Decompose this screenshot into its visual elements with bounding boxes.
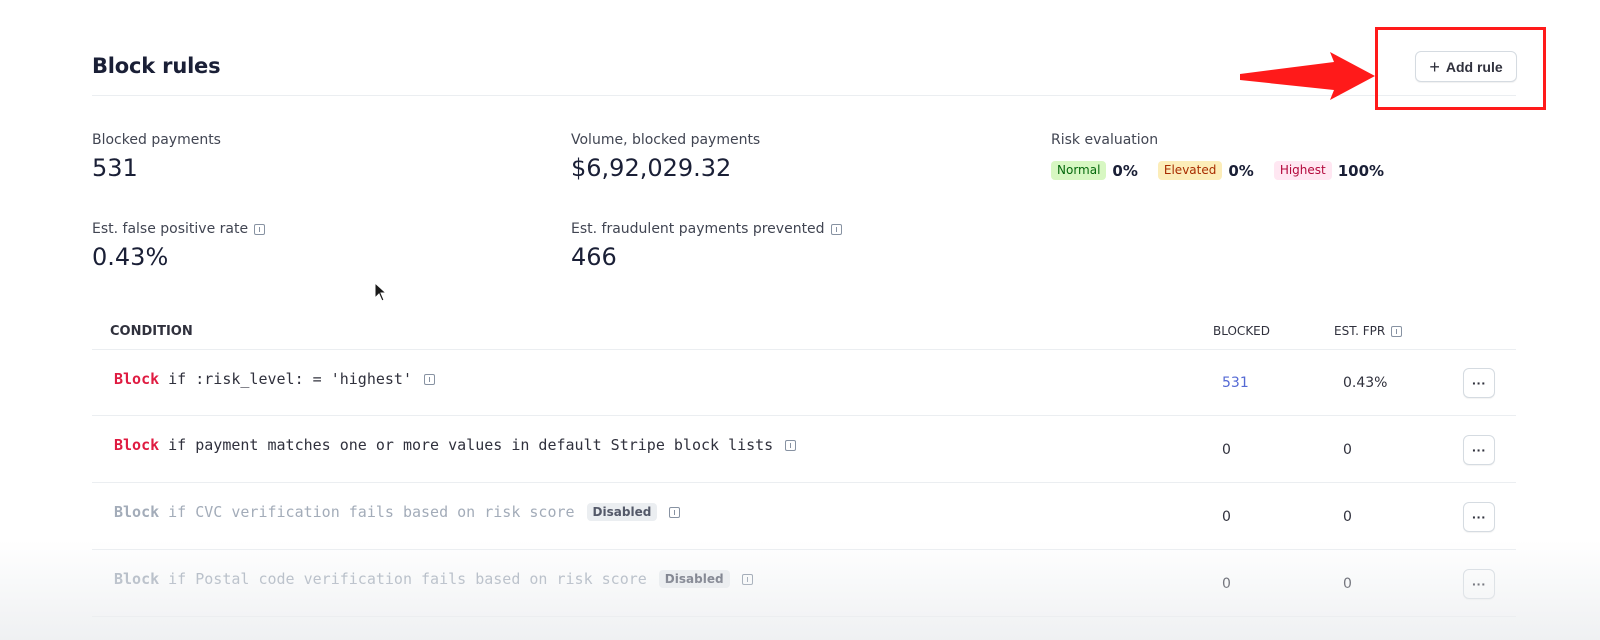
volume-blocked-label-text: Volume, blocked payments [571, 132, 761, 148]
fraud-prevented-label: Est. fraudulent payments prevented [571, 221, 842, 237]
est-fpr-value: 0 [1343, 509, 1352, 525]
block-keyword: Block [114, 503, 160, 521]
blocked-count: 0 [1222, 442, 1231, 458]
row-more-button[interactable]: ··· [1463, 435, 1495, 465]
condition-text: if :risk_level: = 'highest' [168, 370, 412, 388]
bottom-shade [0, 540, 1600, 640]
table-divider [92, 415, 1516, 416]
info-icon[interactable] [254, 223, 266, 235]
blocked-count-link[interactable]: 531 [1222, 375, 1249, 391]
risk-highest-pill: Highest [1273, 161, 1332, 180]
block-keyword: Block [114, 570, 160, 588]
row-more-button[interactable]: ··· [1463, 502, 1495, 532]
info-icon[interactable] [669, 506, 681, 518]
block-keyword: Block [114, 370, 160, 388]
info-icon[interactable] [785, 439, 797, 451]
table-divider [92, 482, 1516, 483]
condition-text: if CVC verification fails based on risk … [168, 503, 575, 521]
est-fpr-value: 0 [1343, 576, 1352, 592]
fraud-prevented-value: 466 [571, 243, 617, 271]
table-row-condition: Block if CVC verification fails based on… [114, 503, 681, 521]
est-fpr-value: 0 [1343, 442, 1352, 458]
column-header-blocked: BLOCKED [1213, 324, 1271, 338]
risk-highest-value: 100% [1337, 161, 1385, 180]
condition-text: if Postal code verification fails based … [168, 570, 647, 588]
risk-normal-pill: Normal [1051, 161, 1107, 180]
risk-evaluation-label-text: Risk evaluation [1051, 132, 1159, 148]
est-fpr-value: 0.43% [1343, 375, 1388, 391]
disabled-badge: Disabled [586, 503, 658, 521]
risk-normal-value: 0% [1112, 161, 1138, 180]
table-divider [92, 349, 1516, 350]
block-keyword: Block [114, 436, 160, 454]
info-icon[interactable] [1391, 325, 1403, 337]
blocked-payments-label: Blocked payments [92, 132, 221, 148]
risk-evaluation-label: Risk evaluation [1051, 132, 1158, 148]
volume-blocked-value: $6,92,029.32 [571, 154, 732, 182]
false-positive-rate-label-text: Est. false positive rate [92, 221, 249, 237]
table-divider [92, 549, 1516, 550]
risk-elevated-pill: Elevated [1157, 161, 1223, 180]
false-positive-rate-value: 0.43% [92, 243, 169, 271]
mouse-cursor-icon [374, 282, 388, 302]
blocked-count: 0 [1222, 509, 1231, 525]
info-icon[interactable] [741, 573, 753, 585]
blocked-payments-value: 531 [92, 154, 138, 182]
table-divider [92, 616, 1516, 617]
table-row-condition: Block if payment matches one or more val… [114, 436, 797, 454]
table-row-condition: Block if Postal code verification fails … [114, 570, 753, 588]
info-icon[interactable] [424, 373, 435, 385]
fraud-prevented-label-text: Est. fraudulent payments prevented [571, 221, 825, 237]
info-icon[interactable] [830, 223, 842, 235]
table-row-condition: Block if :risk_level: = 'highest' [114, 370, 435, 388]
blocked-payments-label-text: Blocked payments [92, 132, 221, 148]
volume-blocked-label: Volume, blocked payments [571, 132, 760, 148]
column-header-est-fpr: EST. FPR [1334, 324, 1403, 338]
annotation-highlight-box [1375, 27, 1546, 110]
column-header-est-fpr-text: EST. FPR [1334, 324, 1386, 338]
false-positive-rate-label: Est. false positive rate [92, 221, 266, 237]
page-title: Block rules [92, 54, 221, 78]
row-more-button[interactable]: ··· [1463, 569, 1495, 599]
condition-text: if payment matches one or more values in… [168, 436, 774, 454]
risk-evaluation-breakdown: Normal 0% Elevated 0% Highest 100% [1051, 161, 1398, 180]
disabled-badge: Disabled [658, 570, 730, 588]
annotation-arrow-icon [1240, 52, 1375, 100]
blocked-count: 0 [1222, 576, 1231, 592]
row-more-button[interactable]: ··· [1463, 368, 1495, 398]
column-header-condition: CONDITION [110, 324, 193, 339]
risk-elevated-value: 0% [1228, 161, 1254, 180]
